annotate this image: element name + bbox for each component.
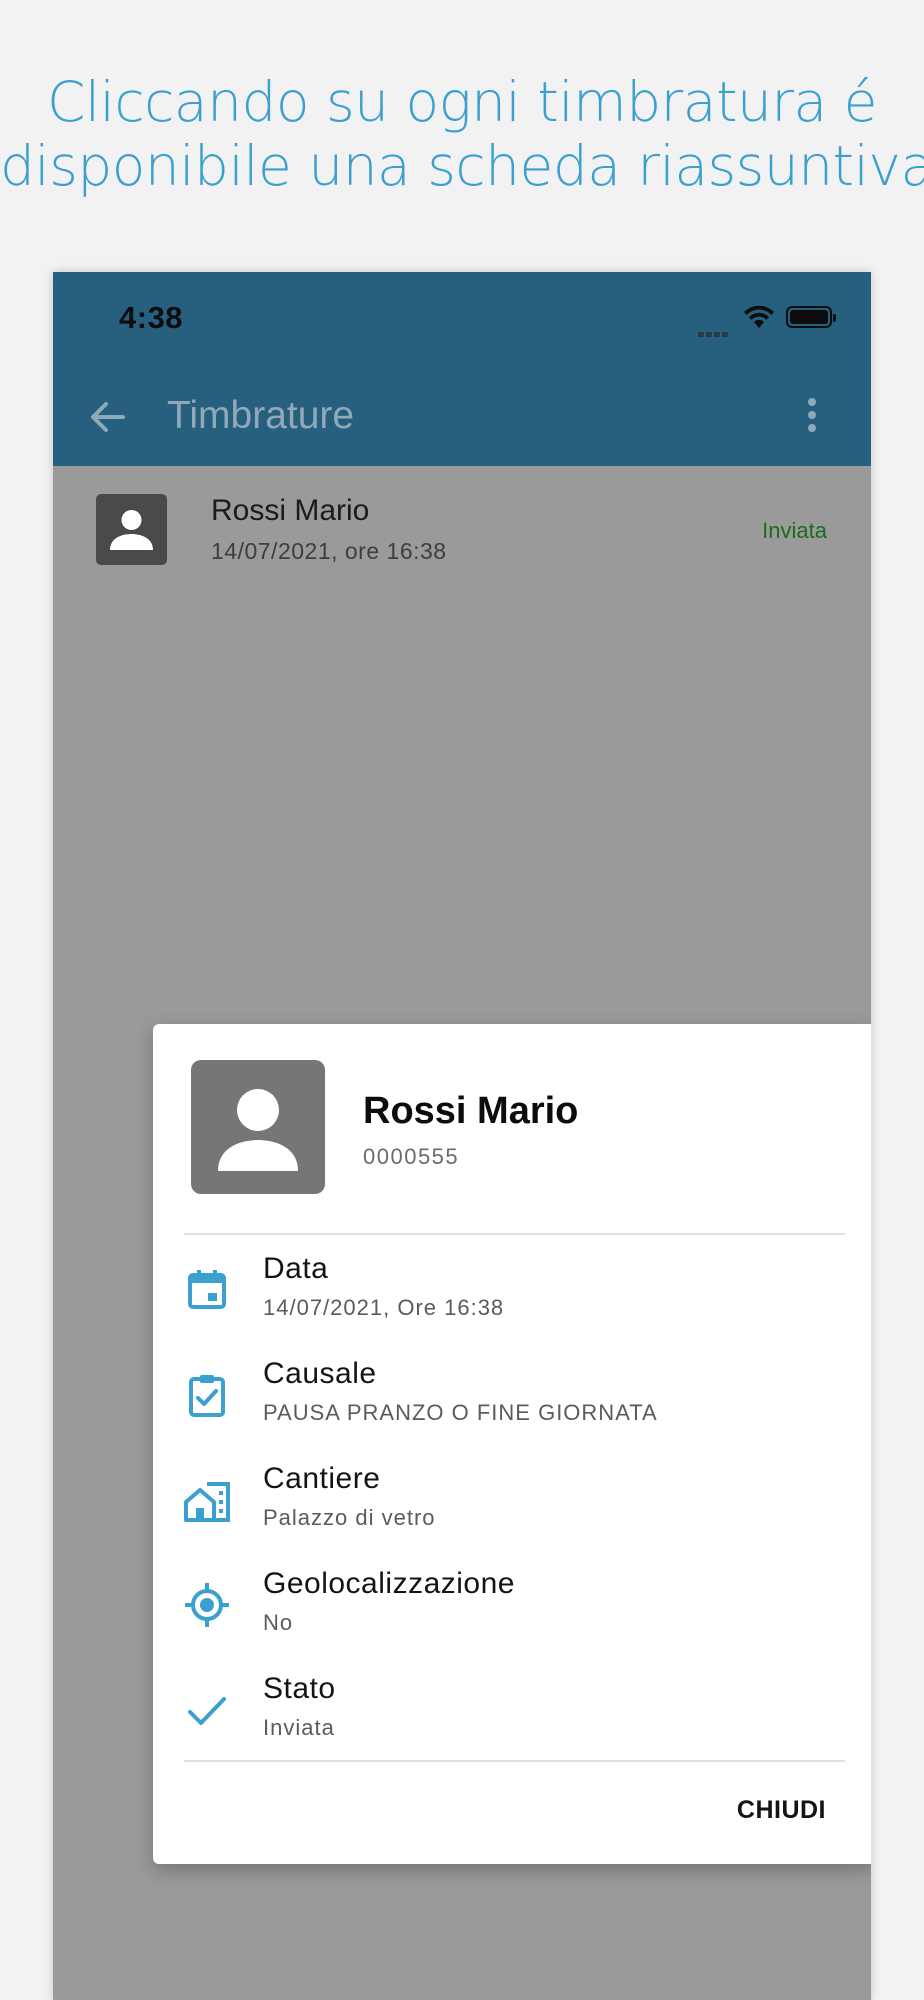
gps-location-icon — [185, 1583, 229, 1627]
status-label: Inviata — [762, 518, 827, 543]
avatar — [191, 1060, 325, 1194]
back-arrow-icon[interactable] — [89, 400, 125, 434]
wifi-icon — [744, 305, 774, 328]
calendar-icon — [188, 1270, 226, 1309]
headline-line-2: disponibile una scheda riassuntiva — [0, 134, 924, 198]
promo-headline: Cliccando su ogni timbratura é disponibi… — [0, 70, 924, 198]
detail-value: No — [263, 1610, 294, 1635]
detail-row-stato: Stato Inviata — [153, 1658, 871, 1758]
detail-row-cantiere: Cantiere Palazzo di vetro — [153, 1448, 871, 1548]
app-bar: Timbrature — [53, 368, 871, 466]
detail-label: Data — [263, 1252, 329, 1285]
detail-value: 14/07/2021, Ore 16:38 — [263, 1295, 505, 1320]
check-icon — [188, 1697, 226, 1725]
battery-icon — [786, 306, 836, 328]
detail-value: Inviata — [263, 1715, 335, 1740]
detail-label: Causale — [263, 1357, 377, 1390]
status-time: 4:38 — [119, 300, 184, 335]
status-bar: 4:38 — [53, 272, 871, 368]
avatar — [96, 494, 167, 565]
page-title: Timbrature — [167, 394, 355, 437]
detail-value: Palazzo di vetro — [263, 1505, 436, 1530]
timestamp: 14/07/2021, ore 16:38 — [211, 538, 447, 564]
dialog-employee-name: Rossi Mario — [363, 1090, 579, 1132]
headline-line-1: Cliccando su ogni timbratura é — [46, 70, 878, 134]
detail-label: Geolocalizzazione — [263, 1567, 515, 1600]
divider — [184, 1233, 845, 1235]
detail-row-causale: Causale PAUSA PRANZO O FINE GIORNATA — [153, 1343, 871, 1443]
divider — [184, 1760, 845, 1762]
clipboard-check-icon — [189, 1375, 225, 1417]
close-button[interactable]: CHIUDI — [737, 1796, 826, 1825]
detail-dialog: Rossi Mario 0000555 Data 14/07/2021, Ore… — [153, 1024, 871, 1864]
detail-label: Cantiere — [263, 1462, 381, 1495]
list-item[interactable]: Rossi Mario 14/07/2021, ore 16:38 Inviat… — [53, 466, 871, 592]
signal-icon — [698, 324, 730, 342]
employee-name: Rossi Mario — [211, 494, 370, 527]
detail-row-data: Data 14/07/2021, Ore 16:38 — [153, 1238, 871, 1338]
detail-label: Stato — [263, 1672, 336, 1705]
phone-screen: 4:38 Timbrature Rossi Mario 14/07/2021, … — [53, 272, 871, 2000]
building-icon — [184, 1482, 230, 1522]
detail-row-geolocalizzazione: Geolocalizzazione No — [153, 1553, 871, 1653]
employee-code: 0000555 — [363, 1144, 460, 1169]
more-vert-icon[interactable] — [808, 398, 816, 437]
detail-value: PAUSA PRANZO O FINE GIORNATA — [263, 1400, 658, 1425]
